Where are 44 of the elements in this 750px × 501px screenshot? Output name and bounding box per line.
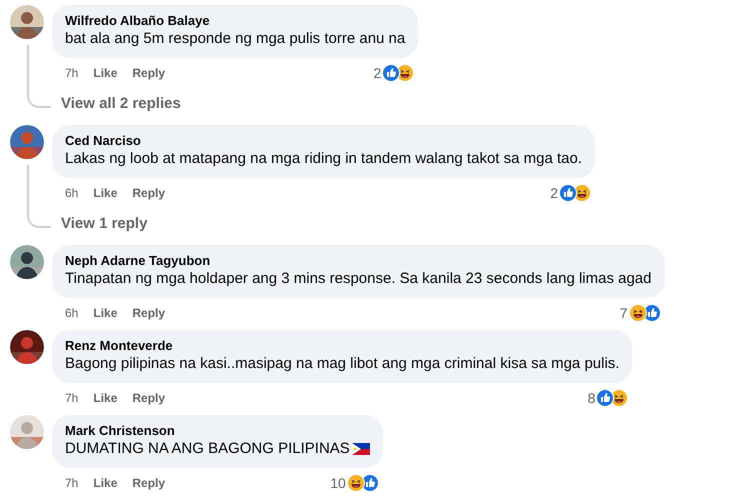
author-name[interactable]: Neph Adarne Tagyubon	[65, 252, 652, 269]
like-link[interactable]: Like	[93, 474, 118, 492]
timestamp[interactable]: 7h	[65, 389, 78, 407]
thumbs-up-icon	[559, 184, 577, 202]
author-name[interactable]: Ced Narciso	[65, 132, 582, 149]
reaction-count[interactable]: 7	[620, 302, 628, 324]
thread-line	[27, 165, 51, 228]
timestamp[interactable]: 7h	[65, 474, 78, 492]
author-name[interactable]: Renz Monteverde	[65, 337, 620, 354]
thumbs-up-icon	[382, 64, 400, 82]
laughing-face-icon	[573, 184, 591, 202]
reply-link[interactable]: Reply	[132, 184, 166, 202]
reply-link[interactable]: Reply	[132, 389, 166, 407]
thumbs-up-icon	[596, 389, 614, 407]
timestamp[interactable]: 6h	[65, 184, 78, 202]
like-link[interactable]: Like	[93, 304, 118, 322]
thread-line	[27, 45, 51, 108]
reply-link[interactable]: Reply	[132, 304, 166, 322]
like-link[interactable]: Like	[93, 64, 118, 82]
thumbs-up-icon	[360, 474, 379, 492]
like-link[interactable]: Like	[93, 184, 118, 202]
laughing-face-icon	[346, 474, 365, 492]
laughing-face-icon	[396, 64, 414, 82]
laughing-face-icon	[628, 304, 646, 322]
thumbs-up-icon	[642, 304, 660, 322]
comment-text: Tinapatan ng mga holdaper ang 3 mins response. Sa kanila 23 seconds lang limas agad	[65, 269, 652, 289]
comment-text: Bagong pilipinas na kasi..masipag na mag libot ang mga criminal kisa sa mga pulis.	[65, 354, 620, 374]
reply-link[interactable]: Reply	[132, 474, 166, 492]
like-link[interactable]: Like	[93, 389, 118, 407]
laughing-face-icon	[610, 389, 628, 407]
author-name[interactable]: Wilfredo Albaño Balaye	[65, 12, 406, 29]
reaction-count[interactable]: 8	[588, 388, 596, 408]
author-name[interactable]: Mark Christenson	[65, 422, 370, 439]
reaction-count[interactable]: 10	[330, 472, 346, 494]
comment-text: DUMATING NA ANG BAGONG PILIPINAS	[65, 439, 370, 459]
reaction-count[interactable]: 2	[373, 62, 382, 84]
comment-text: Lakas ng loob at matapang na mga riding in tandem walang takot sa mga tao.	[65, 149, 582, 169]
timestamp[interactable]: 7h	[65, 64, 78, 82]
view-replies-link[interactable]: View 1 reply	[61, 212, 148, 236]
reaction-count[interactable]: 2	[550, 182, 558, 204]
view-replies-link[interactable]: View all 2 replies	[61, 92, 181, 116]
timestamp[interactable]: 6h	[65, 304, 78, 322]
comment-text: bat ala ang 5m responde ng mga pulis torre anu na	[65, 29, 406, 49]
reply-link[interactable]: Reply	[132, 64, 166, 82]
